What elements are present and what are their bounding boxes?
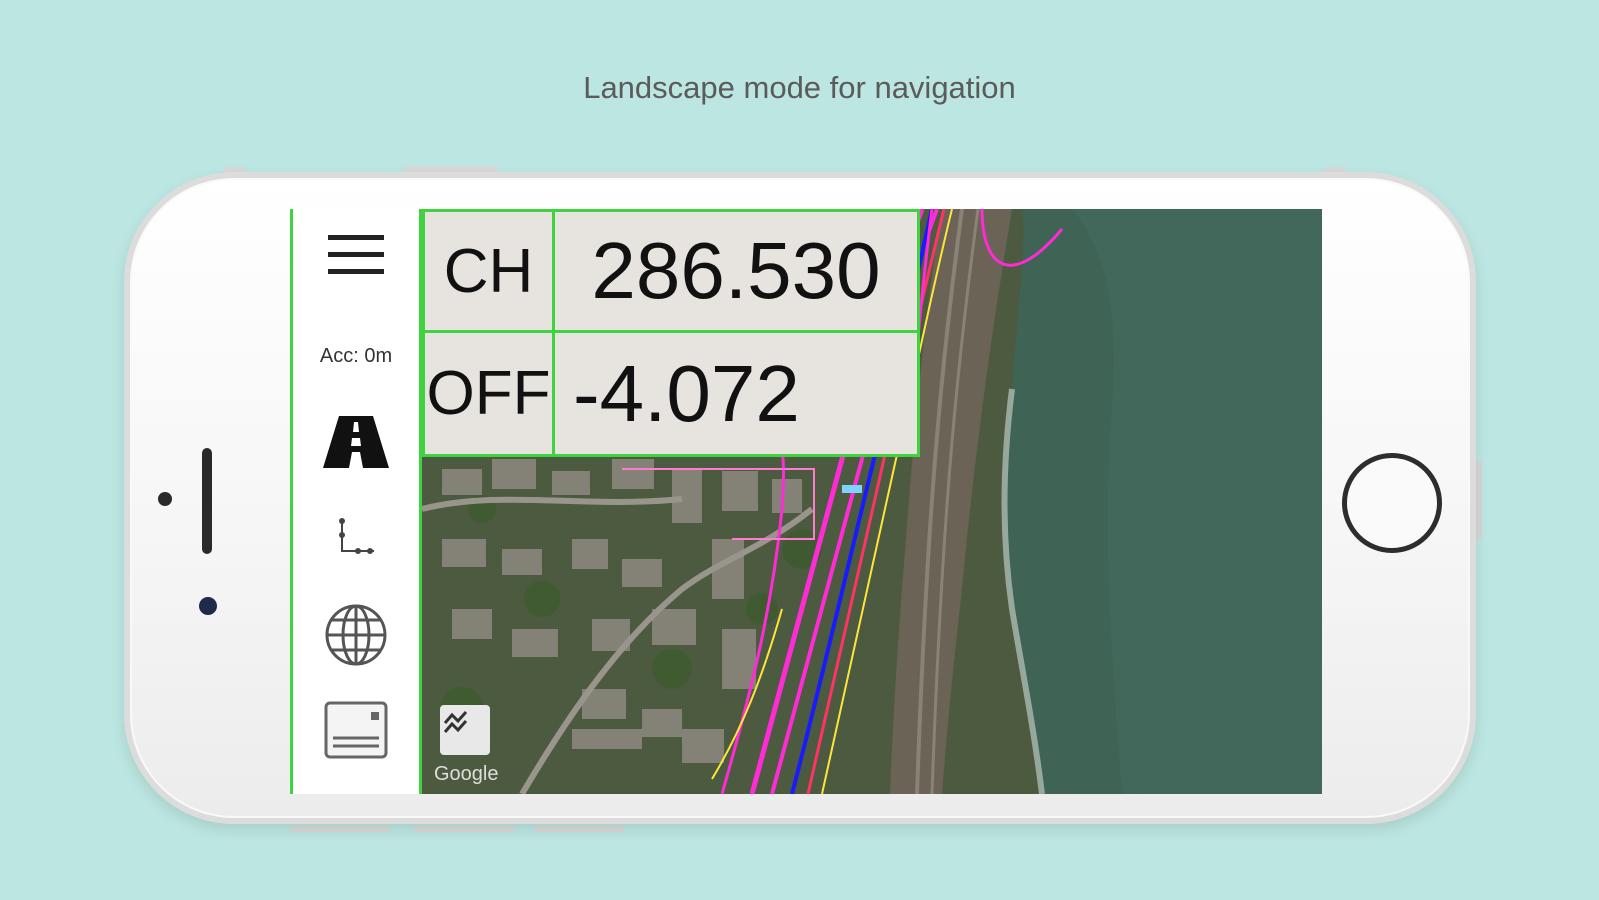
road-icon [321,414,391,475]
offset-label: OFF [425,333,552,454]
offset-value: -4.072 [555,333,917,454]
chainage-offset-panel: CH 286.530 OFF -4.072 [422,209,920,457]
chainage-offset-button[interactable] [293,509,419,569]
phone-bottom-button-2 [414,826,514,832]
proximity-sensor-dot [199,597,217,615]
phone-screen: Google CH 286.530 OFF -4.072 Acc: 0m [290,209,1322,794]
offset-value-text: -4.072 [573,348,800,438]
page-caption: Landscape mode for navigation [583,70,1016,105]
globe-button[interactable] [293,601,419,673]
map-layers-button[interactable] [440,705,490,755]
keyboard-card-button[interactable] [293,699,419,765]
chainage-label-text: CH [443,236,534,306]
phone-bottom-button-3 [534,826,624,832]
home-button[interactable] [1342,453,1442,553]
chainage-value: 286.530 [555,212,917,330]
globe-icon [323,602,389,673]
keyboard-card-icon [323,700,389,765]
menu-button[interactable] [293,227,419,287]
hamburger-menu-icon [326,232,386,283]
phone-bottom-button-1 [290,826,390,832]
front-camera-dot [158,492,172,506]
earpiece-speaker [202,448,212,554]
sidebar-toolbar: Acc: 0m [290,209,422,794]
road-button[interactable] [293,409,419,479]
phone-side-button [1476,460,1482,540]
chainage-offset-icon [334,515,378,564]
offset-label-text: OFF [426,359,551,428]
chainage-label: CH [425,212,552,330]
accuracy-label: Acc: 0m [319,345,393,367]
chainage-value-text: 286.530 [591,226,881,315]
map-attribution: Google [434,763,499,785]
